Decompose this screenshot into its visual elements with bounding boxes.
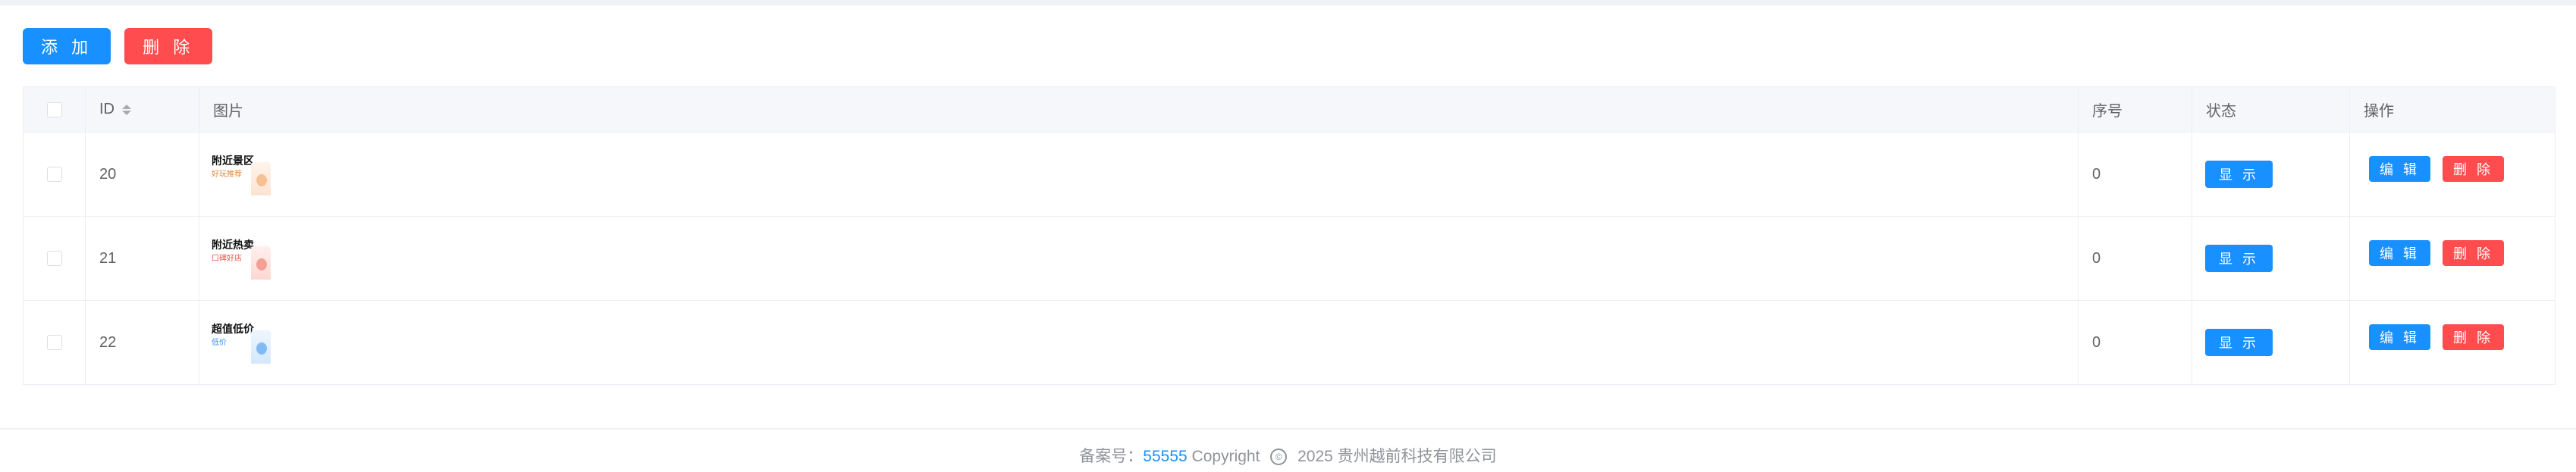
row-select-cell [24,217,86,300]
row-status-cell: 显 示 [2192,217,2350,300]
header-order-label: 序号 [2092,103,2123,120]
footer: 备案号：55555 Copyright © 2025 贵州越前科技有限公司 [0,444,2576,467]
row-actions-cell: 编 辑 删 除 [2350,301,2555,384]
row-id: 21 [86,217,199,300]
row-order: 0 [2079,133,2192,216]
table-row: 22 超值低价 低价 0 显 示 编 辑 删 除 [24,301,2555,384]
status-show-button[interactable]: 显 示 [2205,161,2273,188]
header-image: 图片 [199,87,2079,132]
data-table: ID 图片 序号 状态 操作 20 附近景区 好玩推荐 0 显 示 编 辑 删 … [23,86,2556,385]
copyright-icon: © [1270,449,1288,465]
row-checkbox[interactable] [46,167,62,182]
header-select-cell [24,87,86,132]
top-bar [0,0,2576,5]
sort-icon[interactable] [122,104,131,115]
row-select-cell [24,133,86,216]
row-image-thumbnail[interactable]: 附近热卖 口碑好店 [212,237,274,280]
footer-divider [0,428,2576,430]
select-all-checkbox[interactable] [46,102,62,117]
header-actions: 操作 [2350,87,2555,132]
edit-button[interactable]: 编 辑 [2369,156,2431,182]
row-image-thumbnail[interactable]: 超值低价 低价 [212,321,274,364]
status-show-button[interactable]: 显 示 [2205,329,2273,356]
thumbnail-title: 附近景区 [212,155,254,167]
header-id-label: ID [99,101,115,117]
header-actions-label: 操作 [2364,103,2394,120]
row-actions-cell: 编 辑 删 除 [2350,217,2555,300]
thumbnail-subtitle: 低价 [212,339,227,347]
toolbar: 添 加 删 除 [23,28,213,64]
footer-record-label: 备案号： [1079,448,1144,465]
row-select-cell [24,301,86,384]
row-actions-cell: 编 辑 删 除 [2350,133,2555,216]
footer-copyright-text: Copyright [1191,448,1260,465]
row-image-thumbnail[interactable]: 附近景区 好玩推荐 [212,153,274,195]
header-status-label: 状态 [2206,103,2236,120]
row-image-cell: 超值低价 低价 [199,301,2079,384]
status-show-button[interactable]: 显 示 [2205,245,2273,272]
row-delete-button[interactable]: 删 除 [2443,156,2505,182]
row-order: 0 [2079,217,2192,300]
row-image-cell: 附近景区 好玩推荐 [199,133,2079,216]
header-image-label: 图片 [213,103,243,120]
thumbnail-title: 附近热卖 [212,239,254,251]
footer-company: 2025 贵州越前科技有限公司 [1297,448,1497,465]
add-button[interactable]: 添 加 [23,28,111,64]
thumbnail-illustration [251,162,271,195]
thumbnail-illustration [251,330,271,364]
table-row: 20 附近景区 好玩推荐 0 显 示 编 辑 删 除 [24,133,2555,217]
thumbnail-illustration [251,246,271,280]
delete-button[interactable]: 删 除 [124,28,213,64]
header-id[interactable]: ID [86,87,199,132]
footer-record-link[interactable]: 55555 [1143,448,1187,465]
row-checkbox[interactable] [46,251,62,266]
row-delete-button[interactable]: 删 除 [2443,324,2505,350]
row-id: 20 [86,133,199,216]
table-header: ID 图片 序号 状态 操作 [24,87,2555,133]
edit-button[interactable]: 编 辑 [2369,324,2431,350]
row-id: 22 [86,301,199,384]
row-checkbox[interactable] [46,335,62,350]
row-image-cell: 附近热卖 口碑好店 [199,217,2079,300]
row-status-cell: 显 示 [2192,301,2350,384]
thumbnail-subtitle: 好玩推荐 [212,170,242,179]
thumbnail-title: 超值低价 [212,323,254,335]
header-order: 序号 [2079,87,2192,132]
row-order: 0 [2079,301,2192,384]
row-status-cell: 显 示 [2192,133,2350,216]
table-row: 21 附近热卖 口碑好店 0 显 示 编 辑 删 除 [24,217,2555,301]
header-status: 状态 [2192,87,2350,132]
thumbnail-subtitle: 口碑好店 [212,255,242,263]
row-delete-button[interactable]: 删 除 [2443,240,2505,266]
edit-button[interactable]: 编 辑 [2369,240,2431,266]
